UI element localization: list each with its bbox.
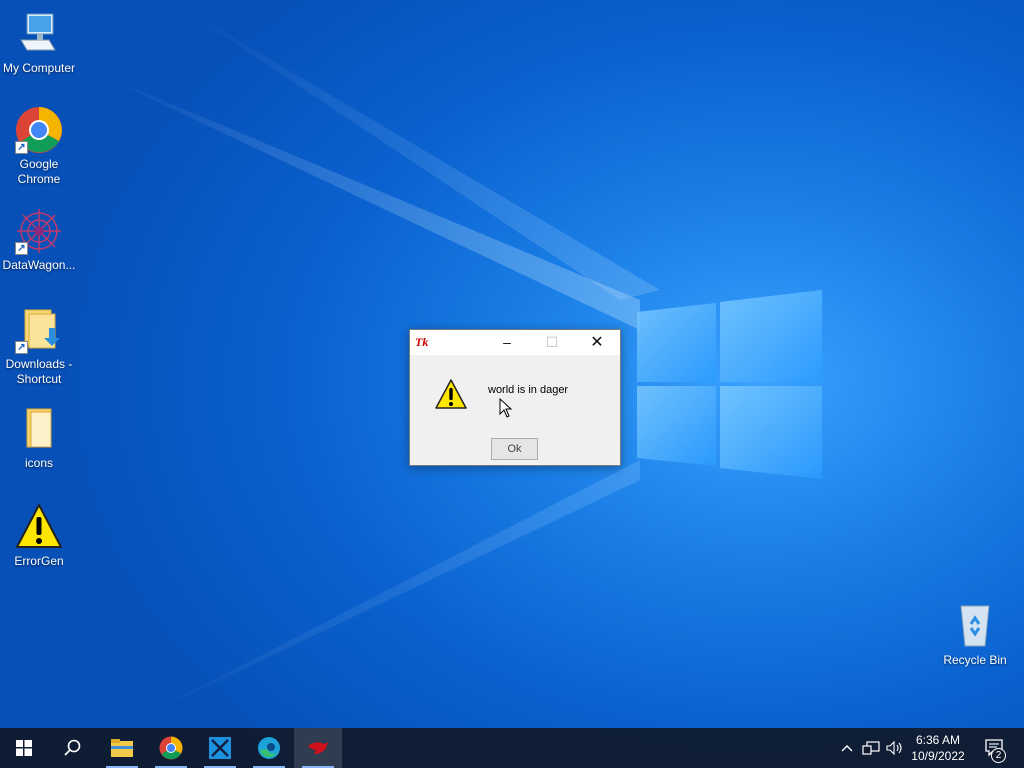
desktop-icon-label: Recycle Bin (943, 653, 1007, 667)
warning-icon (15, 503, 63, 551)
recycle-bin-icon (951, 602, 999, 650)
taskbar-file-explorer[interactable] (98, 728, 146, 768)
search-button[interactable] (48, 728, 96, 768)
chevron-up-icon (841, 745, 853, 752)
desktop-icon-downloads-shortcut[interactable]: ↗ Downloads - Shortcut (1, 306, 77, 387)
computer-icon (15, 10, 63, 58)
notification-center-button[interactable]: 2 (978, 728, 1012, 768)
desktop-icon-label: Downloads - Shortcut (5, 357, 73, 386)
warning-dialog: Tk – ☐ ✕ world is in dager Ok (409, 329, 621, 466)
ok-button[interactable]: Ok (491, 438, 538, 460)
downloads-folder-icon: ↗ (15, 306, 63, 354)
desktop-icon-my-computer[interactable]: My Computer (1, 10, 77, 76)
edge-icon (258, 737, 280, 759)
shortcut-arrow-icon: ↗ (15, 242, 28, 255)
file-explorer-icon (111, 739, 133, 757)
tk-logo-icon: Tk (415, 335, 429, 349)
minimize-button[interactable]: – (484, 330, 530, 355)
chrome-icon (159, 736, 183, 760)
desktop-icon-label: Google Chrome (17, 157, 61, 186)
desktop-icon-label: DataWagon... (2, 258, 76, 272)
dialog-message: world is in dager (488, 384, 569, 396)
close-button[interactable]: ✕ (574, 330, 620, 355)
taskbar-snipping-tool[interactable] (196, 728, 244, 768)
show-hidden-icons-button[interactable] (838, 728, 856, 768)
taskbar-chrome[interactable] (147, 728, 195, 768)
speaker-icon (886, 741, 902, 755)
warning-icon (435, 378, 467, 410)
chrome-icon: ↗ (15, 106, 63, 154)
start-icon (16, 740, 32, 756)
desktop-icon-label: ErrorGen (14, 554, 64, 568)
taskbar-tk-app[interactable] (294, 728, 342, 768)
mouse-cursor-icon (499, 398, 513, 418)
shortcut-arrow-icon: ↗ (15, 341, 28, 354)
system-clock[interactable]: 6:36 AM 10/9/2022 (905, 732, 971, 764)
desktop-icon-label: icons (24, 456, 53, 470)
clock-date: 10/9/2022 (911, 749, 965, 763)
start-button[interactable] (0, 728, 48, 768)
notification-count-badge: 2 (991, 748, 1006, 763)
shortcut-arrow-icon: ↗ (15, 141, 28, 154)
desktop-icon-datawagon[interactable]: ↗ DataWagon... (1, 207, 77, 273)
windows-logo (637, 290, 822, 479)
dialog-titlebar[interactable]: Tk – ☐ ✕ (410, 330, 620, 355)
snipping-tool-icon (209, 737, 231, 759)
desktop-icon-recycle-bin[interactable]: Recycle Bin (937, 602, 1013, 668)
desktop-icon-label: My Computer (2, 61, 76, 75)
desktop-icon-google-chrome[interactable]: ↗ Google Chrome (1, 106, 77, 187)
desktop-icon-icons-folder[interactable]: icons (1, 405, 77, 471)
network-button[interactable] (860, 728, 882, 768)
taskbar: 6:36 AM 10/9/2022 2 (0, 728, 1024, 768)
datawagon-icon: ↗ (15, 207, 63, 255)
desktop-icon-errorgen[interactable]: ErrorGen (1, 503, 77, 569)
clock-time: 6:36 AM (915, 733, 961, 747)
tk-app-icon (308, 742, 328, 754)
folder-icon (15, 405, 63, 453)
maximize-button: ☐ (545, 334, 559, 350)
taskbar-edge[interactable] (245, 728, 293, 768)
volume-button[interactable] (884, 728, 906, 768)
network-icon (862, 741, 880, 755)
search-icon (64, 739, 81, 756)
